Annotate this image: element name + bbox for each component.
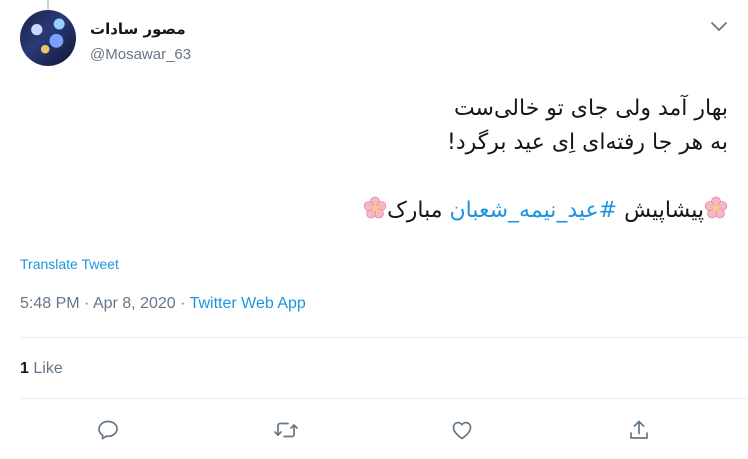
avatar[interactable] xyxy=(20,10,76,66)
tweet-line-3-prefix: پیشاپیش xyxy=(617,198,704,223)
likes-label: Like xyxy=(33,360,63,377)
tweet-line-3-suffix: مبارک xyxy=(387,198,450,223)
tweet-line-3: پیشاپیش #عید_نیمه_شعبان مبارک xyxy=(28,194,728,228)
likes-count[interactable]: 1 Like xyxy=(20,360,63,378)
share-icon xyxy=(630,420,648,439)
meta-separator: · xyxy=(79,295,93,312)
thread-connector-line xyxy=(47,0,49,10)
divider xyxy=(20,398,748,399)
retweet-button[interactable] xyxy=(273,417,299,443)
tweet-date[interactable]: Apr 8, 2020 xyxy=(93,295,176,312)
tweet-time[interactable]: 5:48 PM xyxy=(20,295,80,312)
divider xyxy=(20,337,748,338)
heart-icon xyxy=(452,421,472,440)
translate-tweet-link[interactable]: Translate Tweet xyxy=(20,256,119,272)
reply-button[interactable] xyxy=(95,417,121,443)
tweet-line-1: بهار آمد ولی جای تو خالی‌ست xyxy=(453,96,728,121)
cherry-blossom-icon xyxy=(363,196,387,219)
retweet-icon xyxy=(274,422,298,438)
chevron-down-icon[interactable] xyxy=(710,20,728,32)
cherry-blossom-icon xyxy=(704,196,728,219)
tweet-meta: 5:48 PM · Apr 8, 2020 · Twitter Web App xyxy=(20,295,306,313)
hashtag-link[interactable]: #عید_نیمه_شعبان xyxy=(450,198,618,223)
tweet-line-2: به هر جا رفته‌ای اِی عید برگرد! xyxy=(447,130,728,155)
author-name[interactable]: مصور سادات xyxy=(90,20,186,38)
reply-icon xyxy=(98,420,118,440)
author-handle[interactable]: @Mosawar_63 xyxy=(90,46,191,63)
share-button[interactable] xyxy=(626,417,652,443)
likes-number: 1 xyxy=(20,360,29,377)
tweet-source-link[interactable]: Twitter Web App xyxy=(190,295,306,312)
like-button[interactable] xyxy=(449,417,475,443)
tweet-text: بهار آمد ولی جای تو خالی‌ست به هر جا رفت… xyxy=(28,92,728,228)
meta-separator: · xyxy=(175,295,190,312)
